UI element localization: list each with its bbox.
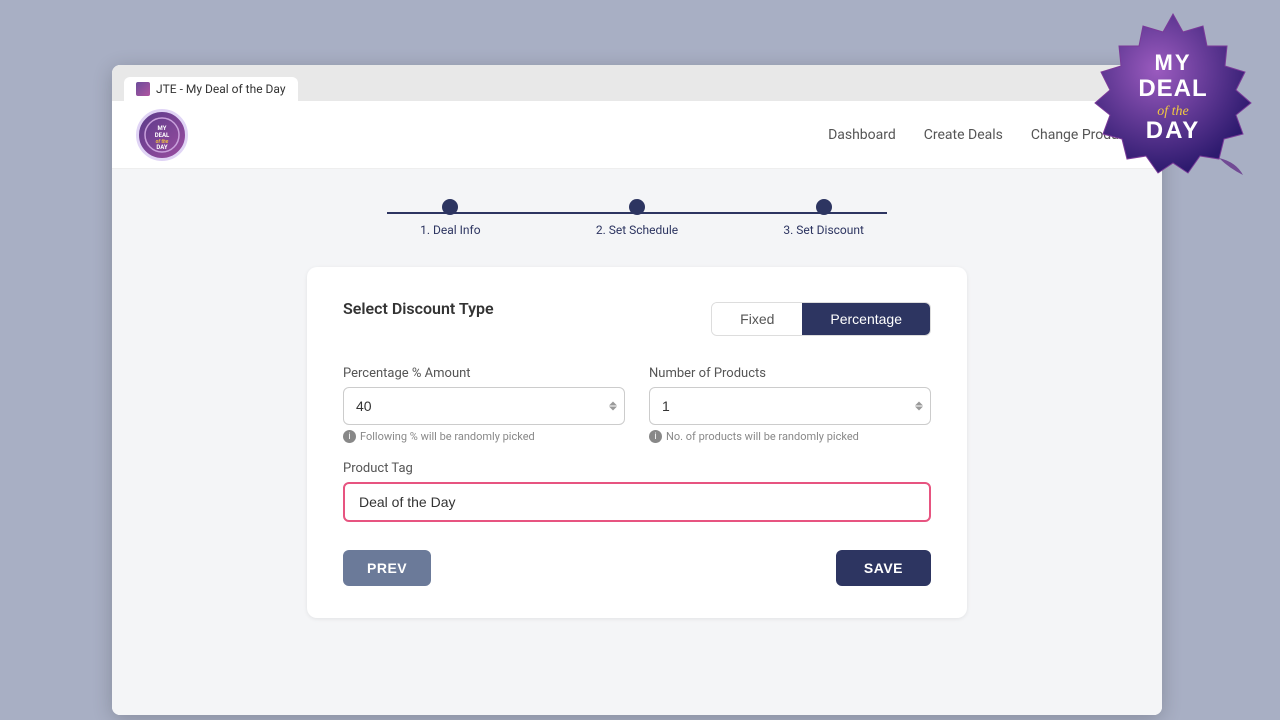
svg-text:DEAL: DEAL [1138, 75, 1207, 102]
svg-text:DAY: DAY [156, 144, 167, 151]
products-count-hint-text: No. of products will be randomly picked [666, 430, 859, 443]
step-dot-2 [629, 199, 645, 215]
tab-favicon [136, 82, 150, 96]
step-label-1: 1. Deal Info [420, 223, 480, 237]
main-content: 1. Deal Info 2. Set Schedule 3. Set Disc… [112, 169, 1162, 648]
nav-dashboard[interactable]: Dashboard [828, 127, 896, 143]
svg-text:DAY: DAY [1146, 117, 1200, 144]
products-count-group: Number of Products i No. of products wil… [649, 366, 931, 443]
step-1: 1. Deal Info [357, 199, 544, 237]
discount-type-row: Select Discount Type Fixed Percentage [343, 299, 931, 338]
products-count-label: Number of Products [649, 366, 931, 381]
product-tag-group: Product Tag [343, 461, 931, 522]
discount-toggle-group: Fixed Percentage [711, 302, 931, 336]
percentage-input-wrap [343, 387, 625, 425]
products-count-input[interactable] [649, 387, 931, 425]
percentage-label: Percentage % Amount [343, 366, 625, 381]
hint-icon-products: i [649, 430, 662, 443]
percentage-spinner[interactable] [609, 402, 617, 411]
products-count-hint: i No. of products will be randomly picke… [649, 430, 931, 443]
step-dot-1 [442, 199, 458, 215]
step-label-3: 3. Set Discount [783, 223, 864, 237]
spinner-down-icon[interactable] [609, 407, 617, 411]
hint-icon-percentage: i [343, 430, 356, 443]
products-spinner-down-icon[interactable] [915, 407, 923, 411]
product-tag-label: Product Tag [343, 461, 931, 476]
actions-row: PREV SAVE [343, 550, 931, 586]
main-card: Select Discount Type Fixed Percentage Pe… [307, 267, 967, 618]
tab-title: JTE - My Deal of the Day [156, 82, 286, 96]
percentage-hint-text: Following % will be randomly picked [360, 430, 535, 443]
nav-create-deals[interactable]: Create Deals [924, 127, 1003, 143]
products-count-spinner[interactable] [915, 402, 923, 411]
save-button[interactable]: SAVE [836, 550, 931, 586]
step-3: 3. Set Discount [730, 199, 917, 237]
percentage-input[interactable] [343, 387, 625, 425]
fixed-btn[interactable]: Fixed [712, 303, 802, 335]
product-tag-input[interactable] [343, 482, 931, 522]
browser-content: MY DEAL of the DAY Dashboard Create Deal… [112, 101, 1162, 715]
form-row-inputs: Percentage % Amount i Following % will b… [343, 366, 931, 443]
step-dot-3 [816, 199, 832, 215]
percentage-hint: i Following % will be randomly picked [343, 430, 625, 443]
browser-tab-bar: JTE - My Deal of the Day [112, 65, 1162, 101]
stepper: 1. Deal Info 2. Set Schedule 3. Set Disc… [357, 199, 917, 237]
svg-text:DEAL: DEAL [155, 132, 170, 139]
spinner-up-icon[interactable] [609, 402, 617, 406]
step-2: 2. Set Schedule [544, 199, 731, 237]
percentage-group: Percentage % Amount i Following % will b… [343, 366, 625, 443]
browser-tab[interactable]: JTE - My Deal of the Day [124, 77, 298, 101]
app-logo: MY DEAL of the DAY [136, 109, 188, 161]
app-header: MY DEAL of the DAY Dashboard Create Deal… [112, 101, 1162, 169]
badge-sticker: MY DEAL of the DAY [1091, 10, 1256, 175]
svg-text:MY: MY [1155, 50, 1192, 75]
section-title: Select Discount Type [343, 299, 494, 318]
browser-window: JTE - My Deal of the Day MY DEAL of the … [112, 65, 1162, 715]
products-spinner-up-icon[interactable] [915, 402, 923, 406]
percentage-btn[interactable]: Percentage [802, 303, 930, 335]
products-count-input-wrap [649, 387, 931, 425]
prev-button[interactable]: PREV [343, 550, 431, 586]
badge-sticker-svg: MY DEAL of the DAY [1091, 10, 1256, 175]
svg-text:MY: MY [158, 125, 167, 132]
step-label-2: 2. Set Schedule [596, 223, 678, 237]
